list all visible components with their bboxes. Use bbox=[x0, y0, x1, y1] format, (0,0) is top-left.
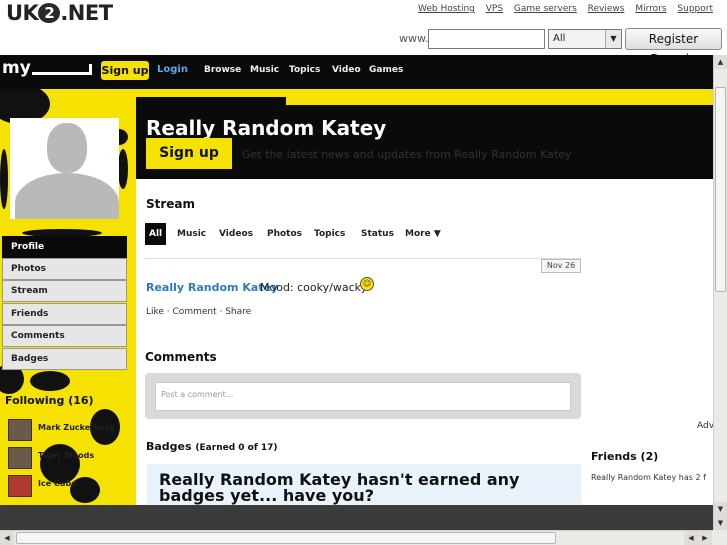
advert-label: Adv bbox=[697, 421, 713, 431]
stream-divider bbox=[145, 258, 581, 259]
post-author-link[interactable]: Really Random Katey bbox=[146, 281, 278, 294]
banner-tagline: Get the latest news and updates from Rea… bbox=[242, 148, 572, 161]
top-link-mirrors[interactable]: Mirrors bbox=[635, 4, 666, 14]
banner-stripe-block bbox=[136, 97, 286, 107]
badges-title-text: Badges bbox=[146, 440, 192, 453]
nav-signup-button[interactable]: Sign up bbox=[101, 61, 149, 80]
scroll-up-icon[interactable]: ▲ bbox=[714, 55, 727, 69]
register-domain-button[interactable]: Register Domain bbox=[625, 28, 722, 66]
following-name[interactable]: Ice Cube bbox=[38, 479, 77, 488]
badges-earned: (Earned 0 of 17) bbox=[195, 443, 278, 453]
sidebar-item-comments[interactable]: Comments bbox=[2, 325, 127, 347]
nav-login-link[interactable]: Login bbox=[157, 64, 188, 75]
tab-all[interactable]: All bbox=[145, 223, 167, 245]
site-header: UK 2 .NET Web Hosting VPS Game servers Rev… bbox=[0, 0, 722, 66]
following-name[interactable]: Tiger Woods bbox=[38, 451, 94, 460]
profile-title: Really Random Katey bbox=[146, 116, 387, 140]
following-item[interactable]: Mark Zuckerberg bbox=[8, 419, 133, 441]
following-avatar[interactable] bbox=[8, 447, 32, 469]
tab-videos[interactable]: Videos bbox=[219, 223, 253, 245]
tab-topics[interactable]: Topics bbox=[314, 223, 345, 245]
comment-input[interactable]: Post a comment... bbox=[155, 382, 571, 411]
nav-link-browse[interactable]: Browse bbox=[204, 65, 241, 75]
top-link-reviews[interactable]: Reviews bbox=[588, 4, 625, 14]
sidebar-item-photos[interactable]: Photos bbox=[2, 258, 127, 280]
tab-music[interactable]: Music bbox=[177, 223, 206, 245]
comments-box: Post a comment... bbox=[145, 373, 581, 419]
stream-title: Stream bbox=[146, 197, 196, 211]
sidebar-item-profile[interactable]: Profile bbox=[2, 236, 127, 258]
chevron-down-icon[interactable]: ▼ bbox=[605, 30, 621, 48]
nav-link-music[interactable]: Music bbox=[250, 65, 279, 75]
my-logo[interactable]: my bbox=[2, 58, 92, 78]
following-name[interactable]: Mark Zuckerberg bbox=[38, 423, 115, 432]
horizontal-scroll-thumb[interactable] bbox=[16, 532, 556, 544]
scroll-left-icon[interactable]: ◀ bbox=[684, 531, 698, 545]
horizontal-scrollbar[interactable]: ◀ ◀ ▶ bbox=[0, 530, 713, 545]
paint-splatter bbox=[118, 149, 128, 189]
top-link-support[interactable]: Support bbox=[677, 4, 713, 14]
tab-photos[interactable]: Photos bbox=[267, 223, 302, 245]
main-content: Stream All Music Videos Photos Topics St… bbox=[136, 179, 590, 505]
logo-text-2: 2 bbox=[38, 3, 61, 23]
post-date-badge: Nov 26 bbox=[541, 259, 581, 273]
avatar-placeholder-head bbox=[47, 123, 87, 173]
right-column: Adv Friends (2) Really Random Katey has … bbox=[590, 179, 713, 505]
badges-title: Badges (Earned 0 of 17) bbox=[146, 440, 278, 453]
tld-select-value: All bbox=[553, 33, 566, 44]
paint-splatter bbox=[0, 149, 8, 209]
nav-link-games[interactable]: Games bbox=[369, 65, 403, 75]
www-label: www. bbox=[399, 32, 429, 45]
profile-avatar[interactable] bbox=[10, 118, 119, 219]
friends-title[interactable]: Friends (2) bbox=[591, 450, 658, 463]
following-avatar[interactable] bbox=[8, 419, 32, 441]
comments-title: Comments bbox=[145, 350, 217, 364]
sidebar-item-friends[interactable]: Friends bbox=[2, 303, 127, 325]
domain-search-input[interactable] bbox=[428, 29, 545, 49]
logo-text-net: .NET bbox=[60, 1, 113, 25]
vertical-scroll-thumb[interactable] bbox=[715, 87, 726, 292]
tab-status[interactable]: Status bbox=[361, 223, 394, 245]
friends-summary: Really Random Katey has 2 f bbox=[591, 473, 706, 482]
following-item[interactable]: Ice Cube bbox=[8, 475, 133, 497]
scroll-right-icon[interactable]: ▶ bbox=[698, 531, 712, 545]
top-link-vps[interactable]: VPS bbox=[486, 4, 503, 14]
smiley-icon: ☺ bbox=[360, 277, 374, 291]
following-title[interactable]: Following (16) bbox=[5, 394, 94, 407]
paint-splatter bbox=[30, 371, 70, 391]
banner-stripe bbox=[136, 89, 713, 107]
nav-link-topics[interactable]: Topics bbox=[289, 65, 320, 75]
profile-sidebar: Profile Photos Stream Friends Comments B… bbox=[0, 89, 136, 505]
profile-banner: Really Random Katey Sign up Get the late… bbox=[136, 89, 713, 179]
bottom-bar bbox=[0, 505, 713, 530]
banner-signup-button[interactable]: Sign up bbox=[146, 138, 232, 169]
vertical-scrollbar[interactable]: ▲ ▼ ▼ bbox=[713, 55, 727, 530]
top-link-game-servers[interactable]: Game servers bbox=[514, 4, 577, 14]
my-logo-text: my bbox=[2, 58, 31, 78]
scroll-down-icon[interactable]: ▼ bbox=[714, 502, 727, 516]
main-nav: my Sign up Login Browse Music Topics Vid… bbox=[0, 55, 713, 89]
avatar-placeholder-body bbox=[15, 173, 119, 219]
sidebar-item-badges[interactable]: Badges bbox=[2, 348, 127, 370]
tld-select[interactable]: All ▼ bbox=[548, 29, 622, 49]
badges-box: Really Random Katey hasn't earned any ba… bbox=[147, 464, 581, 505]
tab-more[interactable]: More ▼ bbox=[405, 223, 441, 245]
logo-text-uk: UK bbox=[6, 1, 39, 25]
sidebar-item-stream[interactable]: Stream bbox=[2, 280, 127, 302]
my-logo-underline bbox=[31, 64, 92, 75]
scroll-down-icon[interactable]: ▼ bbox=[714, 516, 727, 530]
scroll-left-icon[interactable]: ◀ bbox=[0, 531, 14, 545]
following-item[interactable]: Tiger Woods bbox=[8, 447, 133, 469]
post-mood-text: Mood: cooky/wacky bbox=[260, 281, 368, 294]
badges-empty-message: Really Random Katey hasn't earned any ba… bbox=[159, 470, 520, 505]
top-link-web-hosting[interactable]: Web Hosting bbox=[418, 4, 475, 14]
post-actions[interactable]: Like · Comment · Share bbox=[146, 307, 251, 317]
following-avatar[interactable] bbox=[8, 475, 32, 497]
scrollbar-corner bbox=[713, 530, 727, 545]
nav-link-video[interactable]: Video bbox=[332, 65, 361, 75]
site-logo[interactable]: UK 2 .NET bbox=[6, 1, 113, 25]
top-links: Web Hosting VPS Game servers Reviews Mir… bbox=[410, 4, 713, 14]
